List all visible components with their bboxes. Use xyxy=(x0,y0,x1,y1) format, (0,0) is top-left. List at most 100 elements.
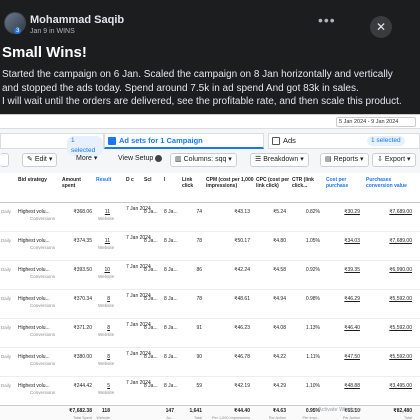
footer-total-result: 118 xyxy=(101,408,110,414)
cell-cost-per-purchase: ₹47.50 xyxy=(344,354,360,360)
table-row[interactable]: Daily Highest volu... Conversions ₹370.34 8 W… xyxy=(0,290,420,319)
group-name[interactable]: WINS xyxy=(56,28,74,35)
date-range-picker[interactable]: 5 Jan 2024 - 9 Jan 2024 xyxy=(336,117,416,127)
cell-link-click: 59 xyxy=(196,383,202,389)
table-row[interactable]: Daily Highest volu... Conversions ₹244.42 5 W… xyxy=(0,377,420,406)
footer-sub-result: Website xyxy=(96,416,110,420)
cell-cost-per-purchase: ₹46.29 xyxy=(344,296,360,302)
cell-schedule: 8 Ja... xyxy=(144,209,158,215)
cell-cpc: ₹4.22 xyxy=(273,354,286,360)
cell-bid-strategy: Highest volu... xyxy=(18,296,50,302)
edit-button[interactable]: ✎ Edit ▾ xyxy=(22,153,58,167)
cell-cost-per-purchase: ₹30.29 xyxy=(344,209,360,215)
cell-schedule: 8 Ja... xyxy=(144,383,158,389)
footer-total-link: 1,641 xyxy=(189,408,202,414)
row-budget-type: Daily xyxy=(1,325,12,330)
view-setup-toggle[interactable]: View Setup xyxy=(114,153,166,167)
column-header[interactable]: I xyxy=(164,177,180,183)
column-header[interactable]: CTR (link click... xyxy=(292,177,324,189)
column-header[interactable]: Result xyxy=(96,177,124,183)
post-date[interactable]: Jan 9 in xyxy=(30,28,55,35)
cell-ctr: 1.10% xyxy=(305,383,320,389)
top-bar: 5 Jan 2024 - 9 Jan 2024 xyxy=(0,115,420,129)
column-header[interactable]: D c xyxy=(126,177,142,183)
cell-cpm: ₹48.61 xyxy=(234,296,250,302)
footer-sub-ctr: Per Impr... xyxy=(302,416,320,420)
tab-campaigns[interactable]: 1 selected xyxy=(0,133,104,156)
ads-manager-screenshot: 5 Jan 2024 - 9 Jan 2024 1 selected Ad se… xyxy=(0,114,420,420)
cell-cost-per-purchase: ₹48.88 xyxy=(344,383,360,389)
cell-bid-strategy: Highest volu... xyxy=(18,325,50,331)
cell-result: 8 xyxy=(107,354,110,360)
table-row[interactable]: Daily Highest volu... Conversions ₹393.50 10… xyxy=(0,261,420,290)
columns-label: Columns: sqq xyxy=(183,156,227,163)
row-budget-type: Daily xyxy=(1,383,12,388)
columns-button[interactable]: ▥ Columns: sqq ▾ xyxy=(170,153,237,167)
cell-result-sub: Website xyxy=(98,332,115,337)
export-button[interactable]: ⇩ Export ▾ xyxy=(372,153,416,167)
cell-ctr: 0.98% xyxy=(305,296,320,302)
author-name[interactable]: Mohammad Saqib xyxy=(30,14,124,26)
tab-ad-sets-label: Ad sets for 1 Campaign xyxy=(119,136,203,145)
cell-cpc: ₹4.94 xyxy=(273,296,286,302)
cell-cpc: ₹4.29 xyxy=(273,383,286,389)
cell-amount-spent: ₹393.50 xyxy=(73,267,92,273)
cell-schedule: 8 Ja... xyxy=(144,296,158,302)
footer-total-cpm: ₹44.40 xyxy=(234,408,250,414)
cell-cpm: ₹46.23 xyxy=(234,325,250,331)
breakdown-label: Breakdown xyxy=(263,156,299,163)
column-header[interactable]: Bid strategy xyxy=(18,177,60,183)
export-label: Export xyxy=(384,156,406,163)
footer-sub-cpm: Per 1,000 Impressions xyxy=(212,416,250,420)
cell-cpc: ₹4.58 xyxy=(273,267,286,273)
cell-amount-spent: ₹374.35 xyxy=(73,238,92,244)
tab-ads[interactable]: Ads 1 selected xyxy=(268,133,420,149)
column-header[interactable]: Scl xyxy=(144,177,162,183)
cell-purchase-value: ₹6,990.00 xyxy=(389,267,412,273)
cell-cost-per-purchase: ₹46.40 xyxy=(344,325,360,331)
cell-cpc: ₹4.08 xyxy=(273,325,286,331)
column-header[interactable]: Cost per purchase xyxy=(326,177,364,189)
toolbar: ✎ Edit ▾ More ▾ View Setup ▥ Columns: sq… xyxy=(0,153,420,169)
cell-result-sub: Website xyxy=(98,216,115,221)
cell-link-click: 91 xyxy=(196,325,202,331)
ad-sets-icon xyxy=(108,137,116,146)
cell-date: 7 Jan 2024 xyxy=(126,293,151,299)
cell-amount-spent: ₹370.34 xyxy=(73,296,92,302)
footer-total-cpc: ₹4.63 xyxy=(272,408,286,414)
cell-cost-per-purchase: ₹34.03 xyxy=(344,238,360,244)
breakdown-button[interactable]: ☰ Breakdown ▾ xyxy=(250,153,309,167)
cell-schedule: 8 Ja... xyxy=(144,238,158,244)
column-header[interactable]: CPM (cost per 1,000 impressions) xyxy=(206,177,254,189)
watermark: Activate Windows xyxy=(318,407,362,413)
reports-label: Reports xyxy=(333,156,359,163)
tab-ad-sets[interactable]: Ad sets for 1 Campaign xyxy=(104,133,264,149)
column-header[interactable]: CPC (cost per link click) xyxy=(256,177,290,189)
table-header: Bid strategy Amount spent Result D c Scl I Lin… xyxy=(0,173,420,203)
cell-i: 8 Ja... xyxy=(164,383,178,389)
table-row[interactable]: Daily Highest volu... Conversions ₹371.20 8 W… xyxy=(0,319,420,348)
cell-schedule: 8 Ja... xyxy=(144,354,158,360)
view-setup-label: View Setup xyxy=(118,155,154,162)
column-header[interactable]: Amount spent xyxy=(62,177,94,189)
column-header[interactable]: Link click xyxy=(182,177,204,189)
cell-purchase-value: ₹5,592.00 xyxy=(389,354,412,360)
column-header[interactable]: Purchases conversion value xyxy=(366,177,416,189)
more-options-icon[interactable]: ••• xyxy=(318,12,336,28)
footer-sub-cpc: Per Action xyxy=(268,416,286,420)
ads-selected-pill[interactable]: 1 selected xyxy=(367,136,405,146)
table-row[interactable]: Daily Highest volu... Conversions ₹380.00 8 W… xyxy=(0,348,420,377)
cell-i: 8 Ja... xyxy=(164,296,178,302)
cell-bid-strategy: Highest volu... xyxy=(18,383,50,389)
cell-result: 8 xyxy=(107,296,110,302)
table-row[interactable]: Daily Highest volu... Conversions ₹368.06 11… xyxy=(0,203,420,232)
more-button[interactable]: More ▾ xyxy=(72,153,101,167)
reports-button[interactable]: ▤ Reports ▾ xyxy=(320,153,369,167)
cell-bid-strategy: Highest volu... xyxy=(18,238,50,244)
cell-link-click: 78 xyxy=(196,238,202,244)
cell-ctr: 0.92% xyxy=(305,267,320,273)
close-icon[interactable]: ✕ xyxy=(370,16,392,38)
post-title: Small Wins! xyxy=(2,44,87,61)
table-row[interactable]: Daily Highest volu... Conversions ₹374.35 11… xyxy=(0,232,420,261)
cell-i: 8 Ja... xyxy=(164,238,178,244)
